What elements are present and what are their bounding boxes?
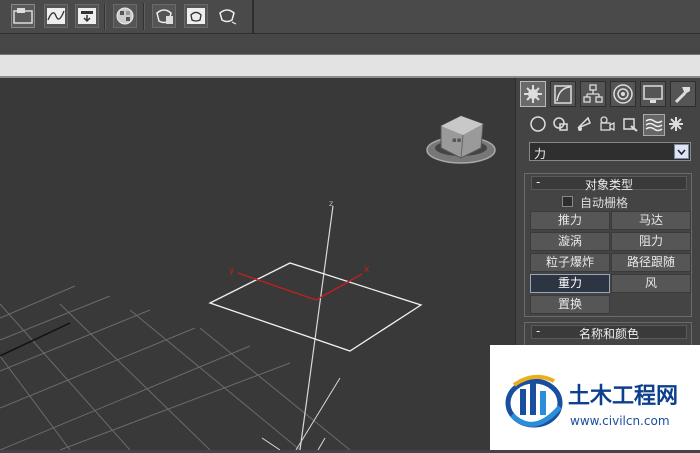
z-axis-label: z: [329, 199, 333, 208]
category-dropdown[interactable]: 力: [529, 142, 691, 161]
tab-display[interactable]: [640, 81, 666, 107]
rendered-frame-icon[interactable]: [184, 4, 208, 28]
watermark-site-url: www.civilcn.com: [570, 414, 670, 428]
home-grid: [0, 285, 351, 450]
chevron-down-icon[interactable]: [674, 144, 689, 159]
object-type-title: 对象类型: [584, 178, 633, 192]
schematic-icon[interactable]: [75, 4, 99, 28]
drag-button[interactable]: 阻力: [611, 232, 691, 251]
auto-grid-checkbox[interactable]: [562, 196, 573, 207]
systems-icon[interactable]: [666, 114, 688, 136]
viewcube-icon[interactable]: ▪▪: [426, 115, 496, 164]
geometry-icon[interactable]: [528, 114, 550, 136]
grid-dark-axis: [0, 322, 71, 357]
civilcn-logo-icon: 土木工程网 www.civilcn.com: [505, 374, 678, 428]
perspective-viewport[interactable]: y x z ▪▪: [0, 78, 515, 450]
tab-modify[interactable]: [550, 81, 576, 107]
toolbar-edge: [252, 0, 254, 33]
path-follow-button[interactable]: 路径跟随: [611, 253, 691, 272]
lights-icon[interactable]: [574, 114, 596, 136]
auto-grid-label: 自动栅格: [580, 196, 629, 210]
push-button[interactable]: 推力: [530, 211, 610, 230]
viewport-scene: y x z ▪▪: [0, 115, 496, 450]
material-editor-icon[interactable]: [113, 4, 137, 28]
category-dropdown-value: 力: [534, 147, 547, 161]
shapes-icon[interactable]: [551, 114, 573, 136]
curve-editor-icon[interactable]: [44, 4, 68, 28]
x-axis-label: x: [364, 265, 370, 275]
main-toolbar: [0, 0, 700, 34]
render-icon[interactable]: [216, 4, 240, 28]
motor-button[interactable]: 马达: [611, 211, 691, 230]
gravity-z-axis: [299, 205, 334, 450]
vortex-button[interactable]: 漩涡: [530, 232, 610, 251]
displace-button[interactable]: 置换: [530, 295, 610, 314]
tab-utilities[interactable]: [670, 81, 696, 107]
name-color-rollout-header[interactable]: - 名称和颜色: [531, 324, 687, 341]
tab-create[interactable]: [520, 81, 546, 107]
y-axis-line: [237, 272, 317, 301]
tab-hierarchy[interactable]: [580, 81, 606, 107]
object-type-rollout: - 对象类型 自动栅格 推力 马达 漩涡 阻力 粒子爆炸 路径跟随 重力 风 置…: [524, 173, 692, 317]
layer-manager-icon[interactable]: [11, 4, 35, 28]
cameras-icon[interactable]: [597, 114, 619, 136]
y-axis-label: y: [229, 266, 235, 276]
name-color-title: 名称和颜色: [578, 327, 639, 341]
object-type-rollout-header[interactable]: - 对象类型: [531, 175, 687, 192]
site-watermark: 土木工程网 www.civilcn.com: [490, 345, 700, 450]
render-setup-icon[interactable]: [152, 4, 176, 28]
watermark-site-name: 土木工程网: [568, 384, 678, 409]
gravity-arrow-line: [317, 437, 326, 450]
toolbar-separator: [104, 3, 106, 30]
helpers-icon[interactable]: [620, 114, 642, 136]
toolbar-separator: [143, 3, 145, 30]
menu-strip: [0, 34, 700, 54]
tab-motion[interactable]: [610, 81, 636, 107]
viewcube-face-label: ▪▪: [452, 136, 462, 144]
wind-button[interactable]: 风: [611, 274, 691, 293]
space-warps-icon[interactable]: [643, 114, 665, 136]
gravity-arrow-line: [261, 437, 281, 450]
gravity-arrow-line: [295, 377, 341, 450]
auto-grid-row: 自动栅格: [525, 194, 693, 210]
pbomb-button[interactable]: 粒子爆炸: [530, 253, 610, 272]
ribbon-bar: [0, 54, 700, 78]
gravity-button[interactable]: 重力: [530, 274, 610, 293]
